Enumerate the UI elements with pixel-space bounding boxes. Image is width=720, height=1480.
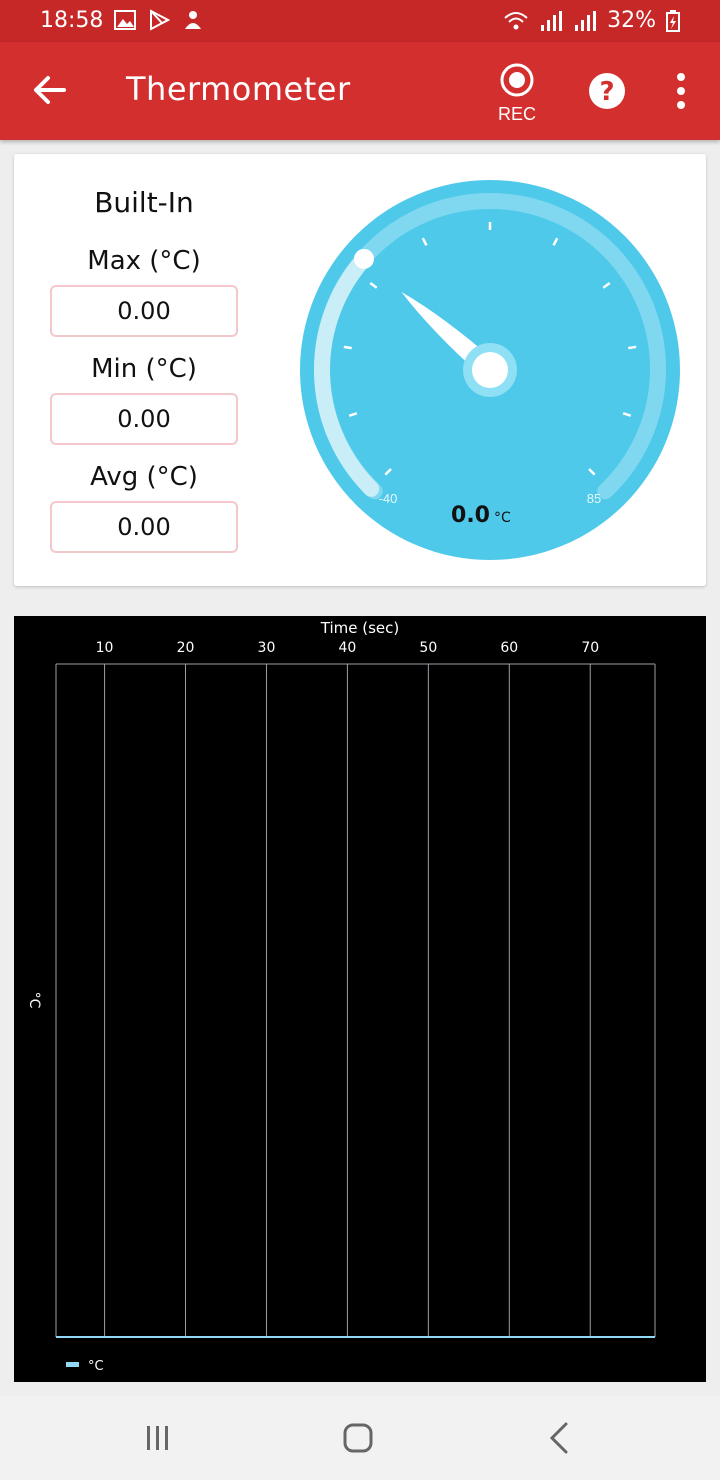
max-label: Max (°C) — [87, 246, 201, 276]
wifi-icon — [504, 11, 528, 29]
gauge-tick — [343, 345, 352, 350]
more-vert-icon[interactable] — [670, 72, 692, 110]
chart-x-tick-label: 60 — [500, 640, 518, 656]
record-button[interactable]: REC — [494, 62, 540, 124]
record-icon — [500, 63, 534, 97]
gauge-tick — [628, 345, 637, 350]
home-icon[interactable] — [338, 1418, 378, 1458]
min-label: Min (°C) — [91, 354, 197, 384]
temperature-chart: Time (sec) 10 20 30 40 50 60 70 °C °C — [14, 616, 706, 1382]
record-label: REC — [497, 104, 536, 124]
navigation-bar — [0, 1396, 720, 1480]
chart-grid — [55, 663, 656, 1337]
legend-swatch — [66, 1362, 79, 1367]
sensor-card: Built-In Max (°C) 0.00 Min (°C) 0.00 Avg… — [14, 154, 706, 586]
chart-x-tick-label: 10 — [96, 640, 114, 656]
max-value-box: 0.00 — [50, 285, 238, 337]
battery-icon — [666, 9, 680, 32]
back-icon[interactable] — [540, 1418, 580, 1458]
gallery-icon — [114, 10, 136, 30]
sensor-name: Built-In — [94, 186, 194, 219]
chart-x-tick-label: 20 — [177, 640, 195, 656]
page-title: Thermometer — [126, 70, 351, 108]
chart-title: Time (sec) — [320, 619, 399, 637]
chart-x-tick-label: 30 — [258, 640, 276, 656]
signal-icon — [541, 10, 563, 31]
chart-x-tick-label: 70 — [581, 640, 599, 656]
avg-value: 0.00 — [117, 513, 171, 541]
chart-x-tick-label: 40 — [338, 640, 356, 656]
gauge-hub — [472, 352, 508, 388]
signal-icon — [575, 10, 597, 31]
gauge-unit: °C — [494, 510, 511, 526]
gauge-knob — [353, 248, 374, 269]
gauge-reading: 0.0 — [451, 503, 490, 528]
status-time: 18:58 — [40, 8, 104, 33]
battery-percent: 32% — [607, 8, 656, 33]
app-bar: Thermometer REC ? — [0, 42, 720, 140]
gauge-min-label: -40 — [379, 491, 398, 506]
chart-x-ticks: 10 20 30 40 50 60 70 — [96, 640, 600, 656]
person-icon — [185, 11, 201, 29]
chart-x-tick-label: 50 — [419, 640, 437, 656]
min-value-box: 0.00 — [50, 393, 238, 445]
avg-label: Avg (°C) — [90, 462, 198, 492]
play-store-icon — [150, 9, 170, 31]
gauge-max-label: 85 — [587, 491, 601, 506]
chart-y-label: °C — [26, 992, 42, 1009]
min-value: 0.00 — [117, 405, 171, 433]
legend-label: °C — [88, 1359, 104, 1374]
status-bar: 18:58 32% — [0, 0, 720, 42]
recents-icon[interactable] — [138, 1418, 178, 1458]
svg-text:?: ? — [599, 77, 614, 107]
help-icon[interactable]: ? — [588, 72, 626, 110]
chart-svg: Time (sec) 10 20 30 40 50 60 70 °C °C — [26, 619, 656, 1374]
back-arrow-icon[interactable] — [30, 70, 70, 110]
temperature-gauge: -40 85 0.0 °C — [300, 180, 680, 560]
max-value: 0.00 — [117, 297, 171, 325]
avg-value-box: 0.00 — [50, 501, 238, 553]
